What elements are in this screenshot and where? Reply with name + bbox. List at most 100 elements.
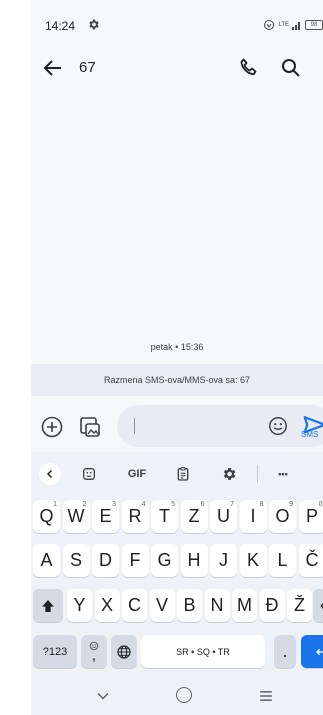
clipboard-button[interactable]	[171, 463, 195, 485]
key-label: N	[210, 595, 224, 615]
left-margin	[0, 0, 31, 715]
lte-label: LTE	[278, 22, 289, 28]
key-h[interactable]: H	[180, 544, 208, 577]
wifi-calling-icon	[264, 20, 275, 30]
search-icon[interactable]	[279, 56, 303, 80]
keyboard-toolbar: GIF •••	[31, 460, 323, 488]
key-label: P	[305, 506, 318, 526]
toolbar-divider	[257, 465, 258, 483]
language-key[interactable]	[111, 635, 137, 668]
key-hint: 5	[171, 501, 175, 508]
message-list	[31, 94, 323, 364]
key-v[interactable]: V	[149, 589, 175, 622]
battery-indicator: 98	[305, 20, 323, 30]
key-k[interactable]: K	[239, 544, 267, 577]
key-hint: 4	[141, 501, 146, 508]
symbols-key[interactable]: ?123	[33, 635, 77, 668]
key-n[interactable]: N	[204, 589, 230, 622]
key-label: Z	[188, 506, 200, 526]
key-hint: 8	[259, 501, 264, 508]
key-label: K	[246, 550, 259, 570]
key-a[interactable]: A	[33, 544, 60, 577]
key-label: B	[183, 595, 196, 615]
sticker-button[interactable]	[77, 463, 101, 485]
collapse-keyboard-button[interactable]	[39, 463, 61, 485]
key-s[interactable]: S	[62, 544, 90, 577]
key-label: T	[159, 506, 170, 526]
key-label: H	[187, 550, 201, 570]
more-button[interactable]: •••	[269, 463, 297, 485]
key-label: J	[219, 550, 228, 570]
key-label: E	[99, 506, 112, 526]
keyboard: GIF ••• Q1W2E3R4T5Z6U7I8O9P0 A S D F G H…	[31, 452, 323, 678]
key-r[interactable]: R4	[121, 500, 149, 533]
navigation-bar	[31, 678, 323, 715]
key-ž[interactable]: Ž	[287, 589, 312, 622]
key-w[interactable]: W2	[62, 500, 90, 533]
phone-icon[interactable]	[237, 56, 261, 80]
comma-key[interactable]: ,	[81, 635, 107, 668]
recents-icon[interactable]	[256, 686, 276, 706]
keyboard-settings-button[interactable]	[217, 463, 241, 485]
key-label: Ž	[294, 595, 305, 615]
settings-icon	[89, 19, 99, 30]
key-d[interactable]: D	[92, 544, 119, 577]
add-circle-icon[interactable]	[40, 415, 64, 439]
status-time: 14:24	[45, 19, 76, 33]
chevron-down-icon[interactable]	[93, 686, 113, 706]
status-icons: LTE 98	[263, 18, 323, 32]
key-hint: 2	[82, 501, 87, 508]
key-label: L	[277, 550, 288, 570]
key-j[interactable]: J	[210, 544, 237, 577]
shift-key[interactable]	[33, 589, 63, 622]
message-timestamp: petak • 15:36	[150, 342, 204, 352]
key-label: D	[99, 550, 112, 570]
key-z[interactable]: Z6	[180, 500, 208, 533]
home-icon[interactable]	[176, 687, 192, 703]
key-label: Đ	[265, 595, 279, 615]
enter-icon	[316, 648, 323, 655]
backspace-key[interactable]	[313, 589, 323, 622]
key-o[interactable]: O9	[269, 500, 296, 533]
key-t[interactable]: T5	[151, 500, 178, 533]
key-c[interactable]: C	[122, 589, 147, 622]
key-hint: 3	[112, 501, 116, 508]
key-f[interactable]: F	[121, 544, 149, 577]
key-label: F	[129, 550, 141, 570]
key-č[interactable]: Č	[298, 544, 323, 577]
chevron-left-icon	[46, 469, 53, 479]
key-label: M	[237, 595, 252, 615]
period-key[interactable]: .	[274, 635, 296, 668]
key-y[interactable]: Y	[67, 589, 92, 622]
key-label: Q	[39, 506, 54, 526]
gallery-icon[interactable]	[78, 415, 102, 439]
key-q[interactable]: Q1	[33, 500, 60, 533]
arrow-left-icon[interactable]	[41, 56, 65, 80]
message-input[interactable]: SMS	[117, 405, 323, 447]
key-u[interactable]: U7	[210, 500, 237, 533]
globe-icon	[117, 644, 131, 659]
key-label: Č	[305, 550, 319, 570]
key-x[interactable]: X	[94, 589, 120, 622]
key-đ[interactable]: Đ	[259, 589, 285, 622]
key-m[interactable]: M	[232, 589, 257, 622]
key-label: R	[128, 506, 142, 526]
key-p[interactable]: P0	[298, 500, 323, 533]
status-bar: 14:24 LTE 98	[31, 0, 323, 44]
key-b[interactable]: B	[177, 589, 202, 622]
key-hint: 7	[230, 501, 234, 508]
enter-key[interactable]	[301, 635, 323, 668]
compose-bar: SMS	[31, 400, 323, 450]
conversation-title: 67	[79, 59, 96, 76]
key-g[interactable]: G	[151, 544, 178, 577]
emoji-icon[interactable]	[267, 415, 289, 437]
key-hint: 9	[289, 501, 293, 508]
screen: 14:24 LTE 98 67 petak • 15:36 Razmena SM…	[0, 0, 323, 715]
key-e[interactable]: E3	[92, 500, 119, 533]
gif-button[interactable]: GIF	[122, 463, 152, 485]
key-l[interactable]: L	[269, 544, 296, 577]
key-label: A	[40, 550, 53, 570]
key-hint: 0	[318, 501, 323, 508]
space-key[interactable]: SR • SQ • TR	[141, 635, 265, 668]
key-i[interactable]: I8	[239, 500, 267, 533]
